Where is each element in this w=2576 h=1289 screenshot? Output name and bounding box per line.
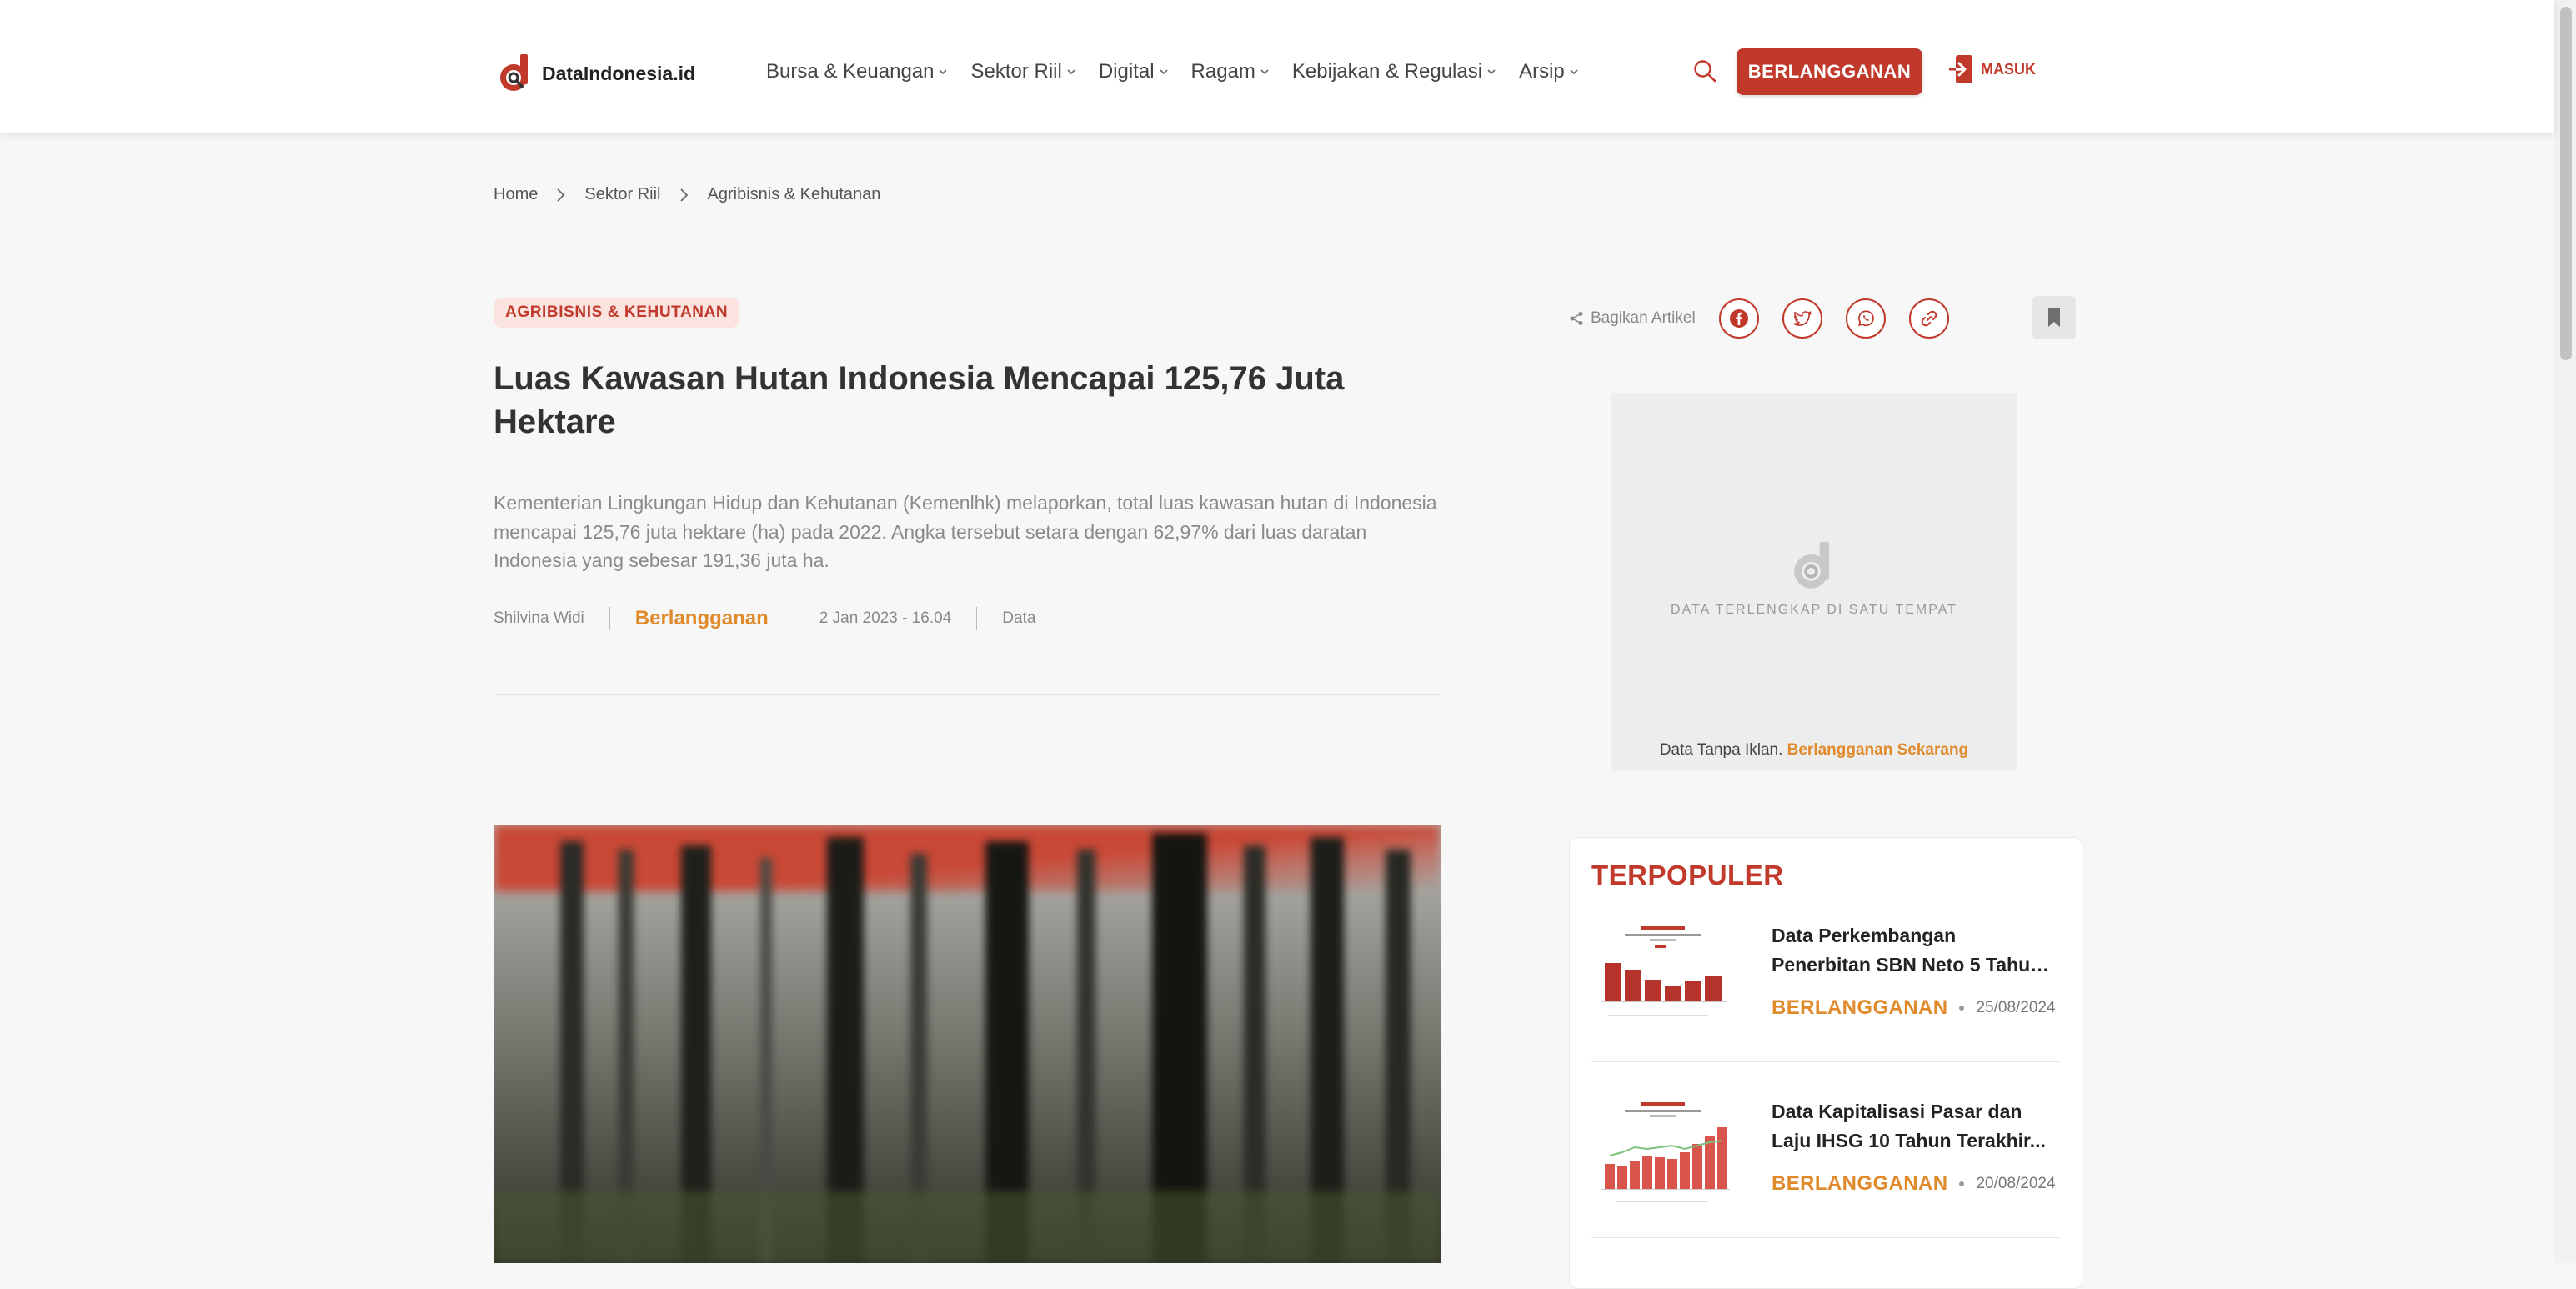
article-thumbnail[interactable] xyxy=(1591,1097,1735,1221)
chevron-down-icon xyxy=(1067,68,1075,74)
nav-item-label: Sektor Riil xyxy=(970,60,1062,83)
article-date: 2 Jan 2023 - 16.04 xyxy=(819,609,952,627)
share-twitter-button[interactable] xyxy=(1782,298,1822,339)
nav-item-label: Kebijakan & Regulasi xyxy=(1291,60,1483,83)
popular-item-title[interactable]: Data Perkembangan Penerbitan SBN Neto 5 … xyxy=(1772,921,2060,980)
dataindonesia-logo-icon xyxy=(500,54,528,91)
nav-item-label: Arsip xyxy=(1519,60,1565,83)
subscribe-button[interactable]: BERLANGGANAN xyxy=(1737,48,1922,95)
login-label: MASUK xyxy=(1981,60,2036,78)
category-tag[interactable]: AGRIBISNIS & KEHUTANAN xyxy=(494,298,740,328)
nav-item-kebijakan-regulasi[interactable]: Kebijakan & Regulasi xyxy=(1292,60,1496,83)
breadcrumb-home[interactable]: Home xyxy=(494,185,538,204)
share-label: Bagikan Artikel xyxy=(1569,309,1696,328)
forest-image xyxy=(494,833,1441,1263)
chevron-down-icon xyxy=(1159,68,1168,74)
meta-divider xyxy=(976,607,978,630)
nav-item-ragam[interactable]: Ragam xyxy=(1191,60,1269,83)
bookmark-icon xyxy=(2048,308,2060,327)
meta-divider xyxy=(609,607,610,630)
nav-item-digital[interactable]: Digital xyxy=(1099,60,1168,83)
article-type: Data xyxy=(1002,609,1036,627)
access-badge[interactable]: Berlangganan xyxy=(635,607,769,630)
copy-link-button[interactable] xyxy=(1908,298,1949,339)
chevron-down-icon xyxy=(1260,68,1269,74)
article-author[interactable]: Shilvina Widi xyxy=(494,609,584,628)
main-nav: Bursa & Keuangan Sektor Riil Digital Rag… xyxy=(766,57,1601,87)
meta-separator-dot xyxy=(1959,1181,1965,1186)
share-facebook-button[interactable] xyxy=(1718,298,1759,339)
subscription-badge: BERLANGGANAN xyxy=(1772,996,1948,1019)
popular-widget: TERPOPULER Data Perkembangan Penerbitan … xyxy=(1569,837,2082,1289)
popular-item[interactable]: Data Kapitalisasi Pasar dan Laju IHSG 10… xyxy=(1591,1097,2060,1256)
divider xyxy=(1591,1237,2060,1238)
chevron-down-icon xyxy=(939,68,948,74)
chevron-down-icon xyxy=(1570,68,1578,74)
dataindonesia-logo-icon xyxy=(1794,541,1830,589)
link-icon xyxy=(1921,310,1937,327)
nav-item-arsip[interactable]: Arsip xyxy=(1519,60,1578,83)
breadcrumb-section[interactable]: Sektor Riil xyxy=(584,185,660,204)
article-thumbnail[interactable] xyxy=(1591,921,1735,1045)
login-icon xyxy=(1949,55,1972,83)
share-whatsapp-button[interactable] xyxy=(1845,298,1886,339)
share-icon xyxy=(1570,312,1583,325)
login-button[interactable]: MASUK xyxy=(1947,53,2036,85)
site-header: DataIndonesia.id Bursa & Keuangan Sektor… xyxy=(0,0,2554,133)
site-name: DataIndonesia.id xyxy=(542,62,696,84)
facebook-icon xyxy=(1729,309,1748,328)
twitter-icon xyxy=(1792,311,1812,326)
nav-item-label: Ragam xyxy=(1190,60,1255,83)
hero-image xyxy=(494,825,1441,1263)
bookmark-button[interactable] xyxy=(2032,296,2076,339)
ad-subscribe-link[interactable]: Berlangganan Sekarang xyxy=(1787,741,1969,759)
share-bar: Bagikan Artikel xyxy=(1569,297,1949,340)
search-icon[interactable] xyxy=(1692,58,1717,83)
divider xyxy=(1591,1061,2060,1062)
site-logo[interactable]: DataIndonesia.id xyxy=(497,52,695,95)
popular-item[interactable]: Data Perkembangan Penerbitan SBN Neto 5 … xyxy=(1591,921,2060,1080)
ad-footer-text: Data Tanpa Iklan. xyxy=(1659,741,1783,759)
meta-separator-dot xyxy=(1959,1006,1965,1011)
ad-footer: Data Tanpa Iklan. Berlangganan Sekarang xyxy=(1611,741,2017,760)
chevron-down-icon xyxy=(1487,68,1496,74)
share-label-text: Bagikan Artikel xyxy=(1591,309,1696,327)
chevron-right-icon xyxy=(679,188,688,202)
ad-placeholder: DATA TERLENGKAP DI SATU TEMPAT Data Tanp… xyxy=(1611,393,2017,771)
whatsapp-icon xyxy=(1857,310,1874,327)
ad-tagline: DATA TERLENGKAP DI SATU TEMPAT xyxy=(1671,603,1957,617)
popular-title: TERPOPULER xyxy=(1591,860,1784,890)
breadcrumb: Home Sektor Riil Agribisnis & Kehutanan xyxy=(494,185,880,204)
subscription-badge: BERLANGGANAN xyxy=(1772,1172,1948,1195)
nav-item-sektor-riil[interactable]: Sektor Riil xyxy=(970,60,1075,83)
article-meta: Shilvina Widi Berlangganan 2 Jan 2023 - … xyxy=(494,605,1035,632)
scrollbar-thumb[interactable] xyxy=(2560,7,2572,360)
popular-item-meta: BERLANGGANAN 20/08/2024 xyxy=(1772,1172,2056,1196)
nav-item-label: Digital xyxy=(1098,60,1155,83)
nav-item-bursa-keuangan[interactable]: Bursa & Keuangan xyxy=(766,60,948,83)
article-lead: Kementerian Lingkungan Hidup dan Kehutan… xyxy=(494,492,1437,571)
popular-item-title[interactable]: Data Kapitalisasi Pasar dan Laju IHSG 10… xyxy=(1772,1097,2060,1156)
nav-item-label: Bursa & Keuangan xyxy=(766,60,935,83)
article-title: Luas Kawasan Hutan Indonesia Mencapai 12… xyxy=(494,360,1345,440)
popular-item-date: 25/08/2024 xyxy=(1976,999,2056,1016)
breadcrumb-category[interactable]: Agribisnis & Kehutanan xyxy=(708,185,881,204)
divider xyxy=(494,694,1441,695)
popular-item-date: 20/08/2024 xyxy=(1976,1175,2056,1192)
page-scrollbar[interactable] xyxy=(2554,0,2576,1263)
popular-item-meta: BERLANGGANAN 25/08/2024 xyxy=(1772,996,2056,1020)
chevron-right-icon xyxy=(557,188,565,202)
